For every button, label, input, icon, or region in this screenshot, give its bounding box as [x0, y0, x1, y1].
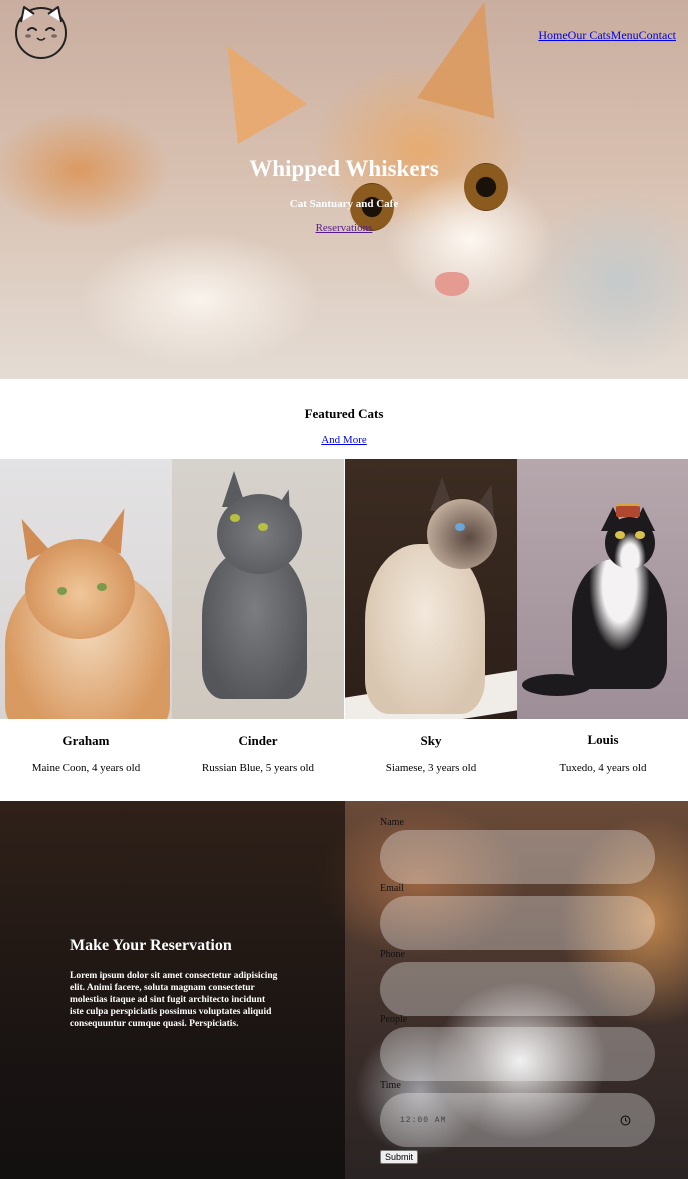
cat-description: Russian Blue, 5 years old	[201, 762, 315, 774]
reservations-link[interactable]: Reservations	[316, 222, 373, 234]
cat-description: Siamese, 3 years old	[385, 762, 477, 774]
name-label: Name	[380, 817, 404, 828]
nav-contact-link[interactable]: Contact	[639, 28, 676, 43]
time-value: 12:00 AM	[400, 1116, 447, 1125]
hero-cat-ear	[192, 26, 308, 144]
cat-name: Cinder	[238, 733, 278, 748]
reservation-section: Make Your Reservation Lorem ipsum dolor …	[0, 801, 688, 1179]
hero-title: Whipped Whiskers	[249, 156, 439, 181]
people-label: People	[380, 1014, 408, 1025]
cat-photo-graham[interactable]	[0, 459, 172, 719]
cat-logo-icon[interactable]	[12, 2, 70, 60]
name-field[interactable]	[380, 830, 655, 884]
cat-description: Tuxedo, 4 years old	[559, 762, 647, 774]
and-more-link[interactable]: And More	[321, 434, 367, 446]
clock-icon[interactable]	[620, 1115, 631, 1126]
people-field[interactable]	[380, 1027, 655, 1081]
featured-title: Featured Cats	[304, 406, 384, 421]
hero-subtitle: Cat Santuary and Cafe	[289, 198, 399, 210]
cat-photo-sky[interactable]	[345, 459, 517, 719]
time-label: Time	[380, 1080, 401, 1091]
hero-section: Home Our Cats Menu Contact Whipped Whisk…	[0, 0, 688, 379]
cat-name: Louis	[587, 732, 619, 747]
phone-label: Phone	[380, 949, 405, 960]
reservation-description: Lorem ipsum dolor sit amet consectetur a…	[70, 971, 278, 1029]
reservation-title: Make Your Reservation	[70, 937, 232, 954]
cat-name: Sky	[420, 733, 442, 748]
cat-name: Graham	[62, 733, 110, 748]
email-label: Email	[380, 883, 404, 894]
submit-button[interactable]: Submit	[380, 1150, 419, 1164]
main-nav: Home Our Cats Menu Contact	[538, 28, 676, 43]
hero-cat-ear	[417, 0, 523, 119]
email-field[interactable]	[380, 896, 655, 950]
featured-cats-gallery	[0, 459, 688, 719]
cat-photo-louis[interactable]	[517, 459, 688, 719]
cat-description: Maine Coon, 4 years old	[31, 762, 141, 774]
hero-cat-nose	[435, 272, 469, 296]
nav-our-cats-link[interactable]: Our Cats	[568, 28, 611, 43]
nav-menu-link[interactable]: Menu	[611, 28, 639, 43]
nav-home-link[interactable]: Home	[538, 28, 567, 43]
phone-field[interactable]	[380, 962, 655, 1016]
cat-photo-cinder[interactable]	[172, 459, 344, 719]
